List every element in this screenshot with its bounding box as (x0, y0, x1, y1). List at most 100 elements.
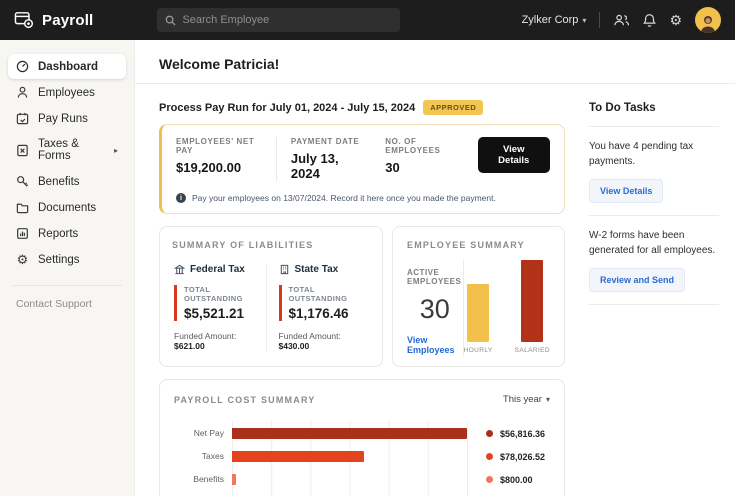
view-details-button[interactable]: View Details (478, 137, 551, 173)
payrun-title: Process Pay Run for July 01, 2024 - July… (159, 102, 415, 114)
net-pay-stat: EMPLOYEES' NET PAY $19,200.00 (176, 137, 276, 175)
documents-icon (16, 201, 29, 214)
payrun-note-text: Pay your employees on 13/07/2024. Record… (192, 193, 496, 203)
benefits-bar (232, 474, 236, 485)
topbar: Payroll Zylker Corp ▾ (0, 0, 735, 40)
sidebar-item-label: Pay Runs (38, 113, 88, 125)
payruns-icon (16, 112, 29, 125)
sidebar-item-pay-runs[interactable]: Pay Runs (8, 106, 126, 131)
legend-dot (486, 430, 493, 437)
chevron-down-icon: ▾ (546, 395, 550, 404)
app-title: Payroll (42, 12, 93, 29)
sidebar-item-label: Reports (38, 228, 78, 240)
sidebar-item-employees[interactable]: Employees (8, 80, 126, 105)
federal-tax-block: Federal Tax TOTAL OUTSTANDING $5,521.21 … (172, 264, 266, 351)
reports-icon (16, 227, 29, 240)
chevron-down-icon: ▾ (582, 16, 586, 25)
todo-divider (589, 126, 719, 127)
todo-divider (589, 304, 719, 305)
employee-search[interactable] (157, 8, 400, 32)
state-tax-block: State Tax TOTAL OUTSTANDING $1,176.46 Fu… (266, 264, 371, 351)
legend-dot (486, 453, 493, 460)
sidebar-item-documents[interactable]: Documents (8, 195, 126, 220)
liabilities-card: SUMMARY OF LIABILITIES (159, 226, 383, 367)
contact-support-link[interactable]: Contact Support (8, 286, 126, 322)
users-icon[interactable] (613, 13, 630, 27)
sidebar-item-settings[interactable]: ⚙ Settings (8, 247, 126, 272)
todo-task-text: W-2 forms have been generated for all em… (589, 228, 719, 258)
sidebar-item-label: Benefits (38, 176, 80, 188)
sidebar-item-label: Documents (38, 202, 96, 214)
cost-summary-title: PAYROLL COST SUMMARY (174, 395, 316, 405)
avatar[interactable] (695, 7, 721, 33)
org-name: Zylker Corp (522, 14, 579, 26)
sidebar-item-dashboard[interactable]: Dashboard (8, 54, 126, 79)
bank-icon (174, 264, 185, 275)
legend-dot (486, 476, 493, 483)
outstanding-value: $5,521.21 (184, 306, 266, 321)
employees-icon (16, 86, 29, 99)
outstanding-value: $1,176.46 (289, 306, 371, 321)
period-filter[interactable]: This year ▾ (503, 394, 550, 405)
sidebar-item-label: Employees (38, 87, 95, 99)
outstanding-label: TOTAL OUTSTANDING (184, 285, 266, 303)
legend-value: $800.00 (500, 475, 533, 485)
employee-count-stat: NO. OF EMPLOYEES 30 (385, 137, 477, 175)
tax-name: Federal Tax (190, 264, 245, 275)
sidebar-item-label: Settings (38, 254, 80, 266)
search-input[interactable] (182, 14, 392, 26)
todo-panel: To Do Tasks You have 4 pending tax payme… (589, 100, 719, 496)
net-pay-value: $19,200.00 (176, 160, 262, 175)
stat-divider (276, 137, 277, 181)
search-icon (165, 15, 176, 26)
payroll-cost-summary-card: PAYROLL COST SUMMARY This year ▾ Net Pay… (159, 379, 565, 496)
chart-plot-area (232, 421, 468, 496)
todo-title: To Do Tasks (589, 102, 719, 114)
sidebar-item-reports[interactable]: Reports (8, 221, 126, 246)
cost-bar-chart: Net Pay Taxes Benefits Deductions (174, 421, 550, 496)
employee-type-chart: HOURLY SALARIED (464, 260, 550, 356)
category-label: Benefits (174, 467, 232, 490)
taxes-icon (16, 144, 29, 157)
sidebar-item-label: Taxes & Forms (38, 138, 105, 162)
main-content: Welcome Patricia! Process Pay Run for Ju… (135, 40, 735, 496)
todo-divider (589, 215, 719, 216)
outstanding-label: TOTAL OUTSTANDING (289, 285, 371, 303)
app-logo: Payroll (14, 11, 93, 29)
payrun-card: EMPLOYEES' NET PAY $19,200.00 PAYMENT DA… (159, 124, 565, 214)
topbar-separator (599, 12, 600, 28)
status-badge: APPROVED (423, 100, 483, 115)
legend-value: $78,026.52 (500, 452, 545, 462)
employee-count-label: NO. OF EMPLOYEES (385, 137, 463, 155)
tax-name: State Tax (295, 264, 339, 275)
category-label: Taxes (174, 444, 232, 467)
employee-summary-card: EMPLOYEE SUMMARY ACTIVE EMPLOYEES 30 Vie… (392, 226, 565, 367)
dashboard-icon (16, 60, 29, 73)
submenu-arrow-icon: ▸ (114, 146, 118, 155)
sidebar: Dashboard Employees Pay Runs (0, 40, 135, 496)
sidebar-item-label: Dashboard (38, 61, 98, 73)
bell-icon[interactable] (643, 13, 656, 28)
payment-date-value: July 13, 2024 (291, 151, 361, 181)
category-label: Net Pay (174, 421, 232, 444)
gear-icon[interactable]: ⚙ (669, 13, 682, 27)
active-employees-count: 30 (420, 294, 450, 325)
benefits-icon (16, 175, 29, 188)
liabilities-title: SUMMARY OF LIABILITIES (172, 240, 370, 250)
todo-task: You have 4 pending tax payments. View De… (589, 139, 719, 203)
org-switcher[interactable]: Zylker Corp ▾ (522, 14, 587, 26)
todo-task-text: You have 4 pending tax payments. (589, 139, 719, 169)
net-pay-label: EMPLOYEES' NET PAY (176, 137, 262, 155)
building-icon (279, 264, 290, 275)
chart-legend: $56,816.36 $78,026.52 $800.00 (468, 421, 550, 496)
payment-date-stat: PAYMENT DATE July 13, 2024 (291, 137, 385, 181)
todo-view-details-button[interactable]: View Details (589, 179, 663, 203)
active-employees-label: ACTIVE EMPLOYEES (407, 268, 463, 286)
employee-count-value: 30 (385, 160, 463, 175)
sidebar-item-benefits[interactable]: Benefits (8, 169, 126, 194)
view-employees-link[interactable]: View Employees (407, 335, 463, 355)
category-label: Deductions (174, 490, 232, 496)
employee-summary-title: EMPLOYEE SUMMARY (407, 240, 550, 250)
sidebar-item-taxes-forms[interactable]: Taxes & Forms ▸ (8, 132, 126, 168)
todo-review-send-button[interactable]: Review and Send (589, 268, 685, 292)
